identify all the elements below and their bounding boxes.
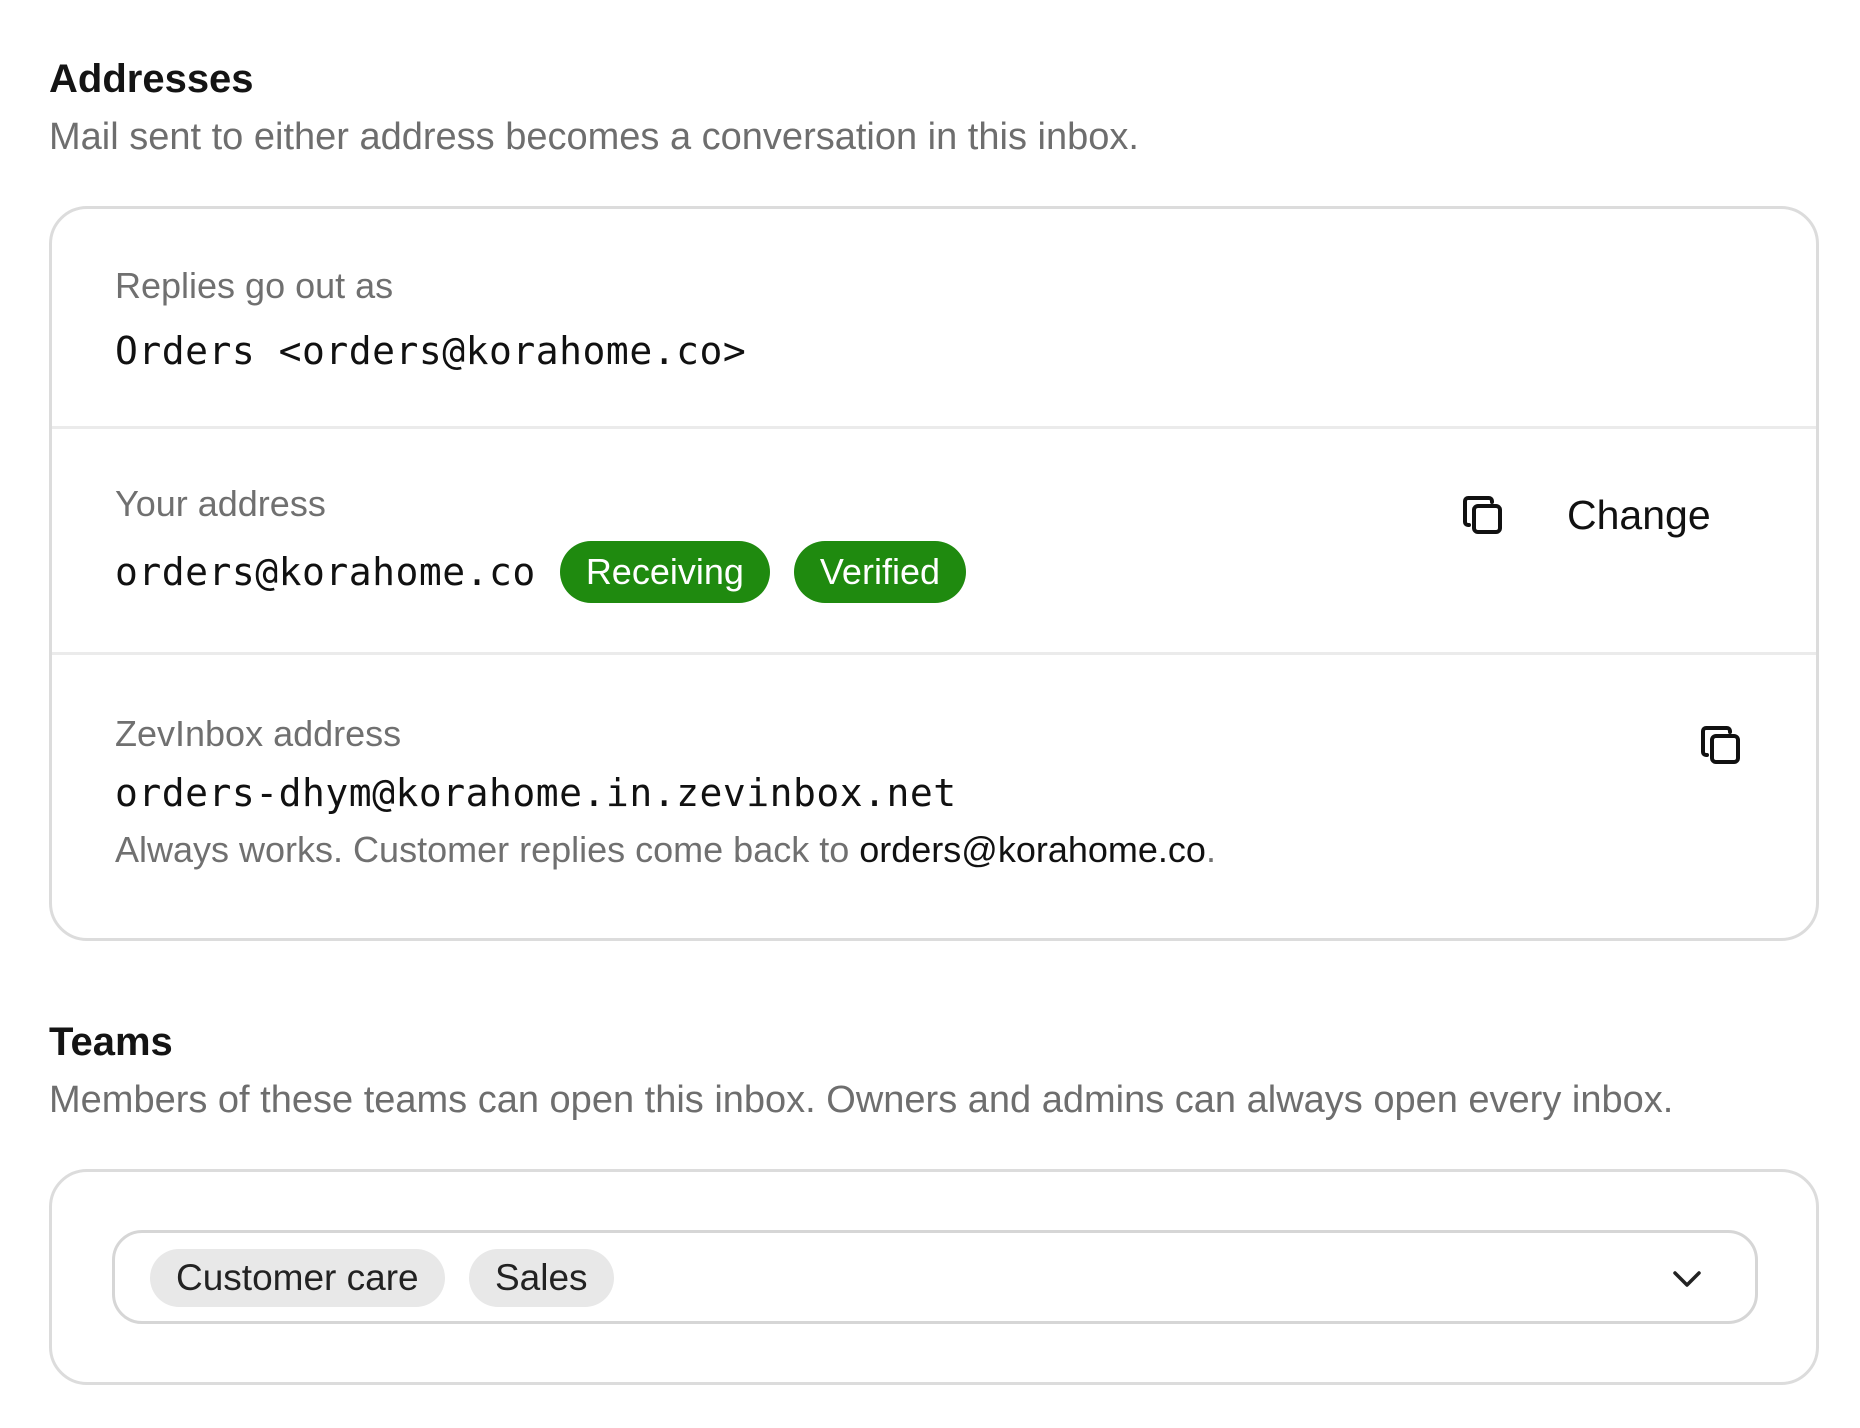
addresses-card: Replies go out as Orders <orders@korahom… [49,206,1819,941]
teams-description: Members of these teams can open this inb… [49,1079,1674,1121]
addresses-title: Addresses [49,57,254,101]
copy-icon [1701,726,1740,764]
your-address-row: Your address orders@korahome.co Receivin… [52,426,1816,652]
zevinbox-note-prefix: Always works. Customer replies come back… [115,829,860,870]
chevron-down-icon[interactable] [1671,1263,1703,1295]
receiving-badge: Receiving [559,541,770,603]
your-address-value: orders@korahome.co [115,550,536,594]
change-address-button[interactable]: Change [1567,490,1711,540]
team-chip-customer-care[interactable]: Customer care [150,1249,445,1307]
copy-icon [1463,496,1502,534]
copy-your-address-button[interactable] [1455,487,1511,543]
teams-card: Customer care Sales [49,1169,1819,1385]
zevinbox-note: Always works. Customer replies come back… [115,828,1816,872]
replies-label: Replies go out as [115,265,394,306]
teams-title: Teams [49,1020,173,1064]
zevinbox-note-suffix: . [1205,829,1216,870]
teams-select[interactable]: Customer care Sales [112,1230,1758,1324]
replies-value: Orders <orders@korahome.co> [115,329,747,373]
addresses-description: Mail sent to either address becomes a co… [49,116,1139,158]
addresses-section: Addresses Mail sent to either address be… [49,55,1823,945]
team-chip-sales[interactable]: Sales [469,1249,614,1307]
zevinbox-row: ZevInbox address orders-dhym@korahome.in… [52,652,1816,938]
your-address-label: Your address [115,483,326,524]
teams-section: Teams Members of these teams can open th… [49,1018,1823,1398]
zevinbox-label: ZevInbox address [115,713,402,754]
zevinbox-value: orders-dhym@korahome.in.zevinbox.net [115,771,957,815]
verified-badge: Verified [793,541,966,603]
zevinbox-note-address: orders@korahome.co [859,829,1206,870]
copy-zevinbox-address-button[interactable] [1693,717,1749,773]
your-address-value-line: orders@korahome.co Receiving Verified [115,541,1816,603]
inbox-settings-page: Addresses Mail sent to either address be… [0,0,1860,1428]
replies-row: Replies go out as Orders <orders@korahom… [52,209,1816,426]
